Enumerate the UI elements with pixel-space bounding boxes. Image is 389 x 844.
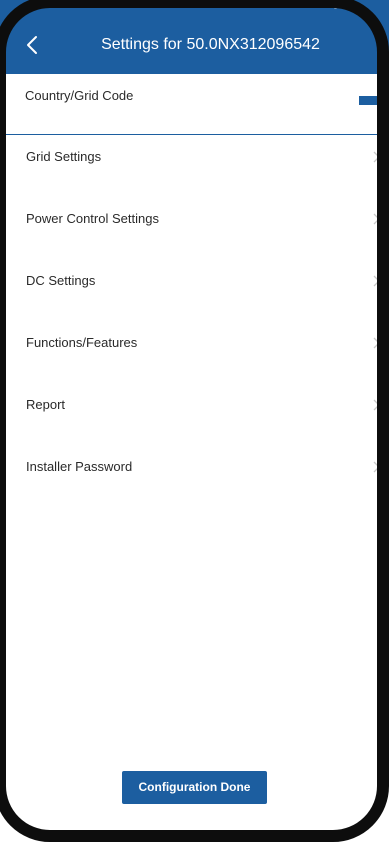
settings-item-label: Report — [26, 397, 66, 412]
settings-item-installer-password[interactable]: Installer Password — [0, 445, 389, 507]
status-bar: ◦ ◦ ▾ — [0, 0, 389, 20]
settings-item-label: Functions/Features — [26, 335, 138, 350]
settings-item-report[interactable]: Report — [0, 383, 389, 445]
settings-item-grid-settings[interactable]: Grid Settings — [0, 135, 389, 197]
chevron-right-icon — [373, 213, 380, 225]
settings-item-dc-settings[interactable]: DC Settings — [0, 259, 389, 321]
chevron-right-icon — [373, 151, 380, 163]
footer: Configuration Done — [0, 771, 389, 804]
settings-item-functions-features[interactable]: Functions/Features — [0, 321, 389, 383]
chevron-right-icon — [373, 337, 380, 349]
back-button[interactable] — [24, 34, 42, 56]
settings-item-label: Power Control Settings — [26, 211, 159, 226]
chevron-left-icon — [27, 36, 37, 54]
phone-screen: ◦ ◦ ▾ Settings for 50.0NX312096542 Count… — [0, 0, 389, 844]
pointer-arrow-icon — [359, 88, 386, 114]
page-title: Settings for 50.0NX312096542 — [101, 36, 320, 53]
settings-item-label: Grid Settings — [26, 149, 102, 164]
status-bar-icons: ◦ ◦ ▾ — [333, 2, 363, 14]
configuration-done-button[interactable]: Configuration Done — [122, 771, 267, 804]
chevron-right-icon — [373, 275, 380, 287]
chevron-right-icon — [373, 461, 380, 473]
app-bar: Settings for 50.0NX312096542 — [0, 20, 389, 73]
settings-item-power-control-settings[interactable]: Power Control Settings — [0, 197, 389, 259]
settings-item-label: Country/Grid Code — [25, 88, 134, 103]
status-bar-indicators — [66, 2, 160, 8]
settings-item-label: Installer Password — [26, 459, 133, 474]
settings-item-label: DC Settings — [26, 273, 96, 288]
settings-list: Country/Grid Code Grid Settings Power Co… — [0, 73, 389, 507]
settings-item-country-grid-code[interactable]: Country/Grid Code — [4, 73, 383, 135]
chevron-right-icon — [373, 399, 380, 411]
